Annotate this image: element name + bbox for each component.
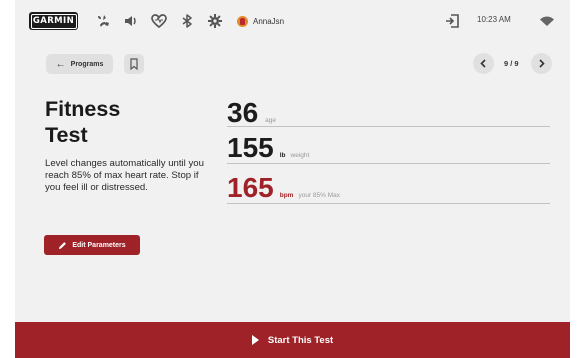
divider <box>227 163 550 164</box>
divider <box>227 126 550 127</box>
user-profile[interactable]: AnnaJsn <box>237 13 284 29</box>
chevron-left-icon <box>480 59 486 68</box>
username: AnnaJsn <box>253 16 285 26</box>
bookmark-button[interactable] <box>124 54 144 74</box>
arrow-left-icon: ← <box>55 58 66 70</box>
logout-icon[interactable] <box>444 13 460 29</box>
device-screen: GARMIN AnnaJsn 10:23 AM ← Programs 9 / 9… <box>15 0 570 358</box>
clock: 10:23 AM <box>477 15 511 24</box>
heart-rate-label: your 85% Max <box>298 192 340 199</box>
settings-gear-icon[interactable] <box>207 13 223 29</box>
bluetooth-icon[interactable] <box>179 13 195 29</box>
heart-rate-unit: bpm <box>279 192 294 199</box>
status-bar: GARMIN AnnaJsn 10:23 AM <box>15 0 570 42</box>
age-value: 36 <box>227 97 259 128</box>
edit-parameters-label: Edit Parameters <box>72 241 126 249</box>
age-label: age <box>265 117 277 124</box>
start-test-button[interactable]: Start This Test <box>15 322 570 358</box>
play-icon <box>251 335 259 345</box>
next-page-button[interactable] <box>531 53 552 74</box>
start-test-label: Start This Test <box>267 334 334 346</box>
user-avatar-icon <box>237 15 248 27</box>
title-line-1: Fitness <box>45 97 121 121</box>
page-counter: 9 / 9 <box>504 59 519 68</box>
heart-rate-metric: 165 bpm your 85% Max <box>227 172 550 204</box>
heart-icon[interactable] <box>151 13 167 29</box>
edit-parameters-button[interactable]: Edit Parameters <box>44 235 140 255</box>
divider <box>227 203 550 204</box>
back-to-programs-button[interactable]: ← Programs <box>46 54 113 74</box>
workout-description: Level changes automatically until you re… <box>45 158 204 194</box>
fan-icon[interactable] <box>95 13 111 29</box>
bookmark-icon <box>130 58 138 71</box>
garmin-logo: GARMIN <box>29 12 78 30</box>
chevron-right-icon <box>539 59 545 68</box>
title-line-2: Test <box>45 123 88 147</box>
pencil-icon <box>59 241 67 249</box>
weight-value: 155 <box>227 132 274 163</box>
heart-rate-value: 165 <box>227 172 274 203</box>
age-metric: 36 age <box>227 99 550 127</box>
speaker-icon[interactable] <box>123 13 139 29</box>
wifi-icon[interactable] <box>539 13 555 29</box>
weight-metric: 155 lb weight <box>227 132 550 164</box>
weight-label: weight <box>290 152 310 159</box>
weight-unit: lb <box>279 152 286 159</box>
back-button-label: Programs <box>70 60 104 68</box>
workout-title: Fitness Test <box>45 96 205 148</box>
previous-page-button[interactable] <box>473 53 494 74</box>
